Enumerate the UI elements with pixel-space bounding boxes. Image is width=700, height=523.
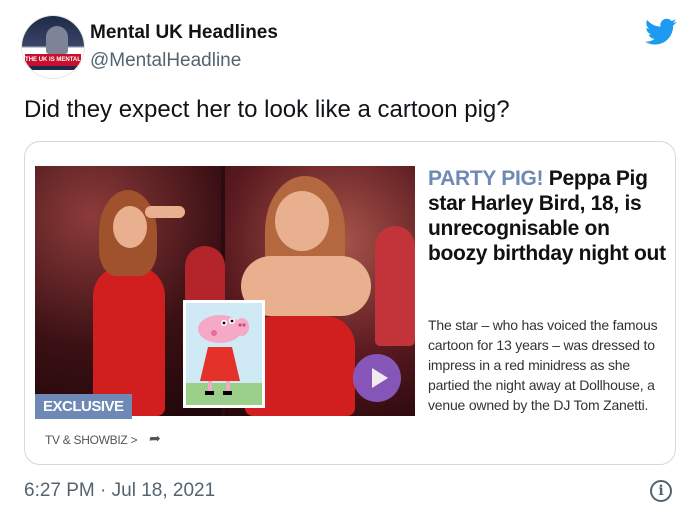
figure-face-right [275, 191, 329, 251]
info-icon[interactable]: i [650, 480, 672, 502]
author-avatar[interactable]: THE UK IS MENTAL [22, 16, 84, 78]
figure-background-person-right [375, 226, 415, 346]
play-icon[interactable] [353, 354, 401, 402]
article-card[interactable]: EXCLUSIVE TV & SHOWBIZ > ➦ PARTY PIG! Pe… [24, 141, 676, 465]
headline-kicker: PARTY PIG! [428, 167, 544, 190]
avatar-banner: THE UK IS MENTAL [25, 54, 81, 66]
avatar-person-figure [46, 26, 68, 54]
author-handle[interactable]: @MentalHeadline [90, 50, 241, 72]
tweet-text: Did they expect her to look like a carto… [24, 96, 510, 123]
tweet-timestamp[interactable]: 6:27 PM · Jul 18, 2021 [24, 480, 215, 502]
share-arrow-icon[interactable]: ➦ [149, 430, 161, 447]
avatar-strip [28, 66, 78, 70]
author-display-name[interactable]: Mental UK Headlines [90, 22, 278, 44]
figure-face [113, 206, 147, 248]
peppa-pig-icon [186, 315, 262, 405]
article-standfirst: The star – who has voiced the famous car… [428, 317, 658, 413]
twitter-bird-icon[interactable] [645, 18, 677, 46]
article-headline[interactable]: PARTY PIG! Peppa Pig star Harley Bird, 1… [428, 166, 668, 266]
article-media[interactable] [35, 166, 415, 416]
figure-arm [145, 206, 185, 218]
section-link[interactable]: TV & SHOWBIZ > [45, 433, 137, 447]
exclusive-badge: EXCLUSIVE [35, 394, 132, 419]
peppa-pig-image [183, 300, 265, 408]
